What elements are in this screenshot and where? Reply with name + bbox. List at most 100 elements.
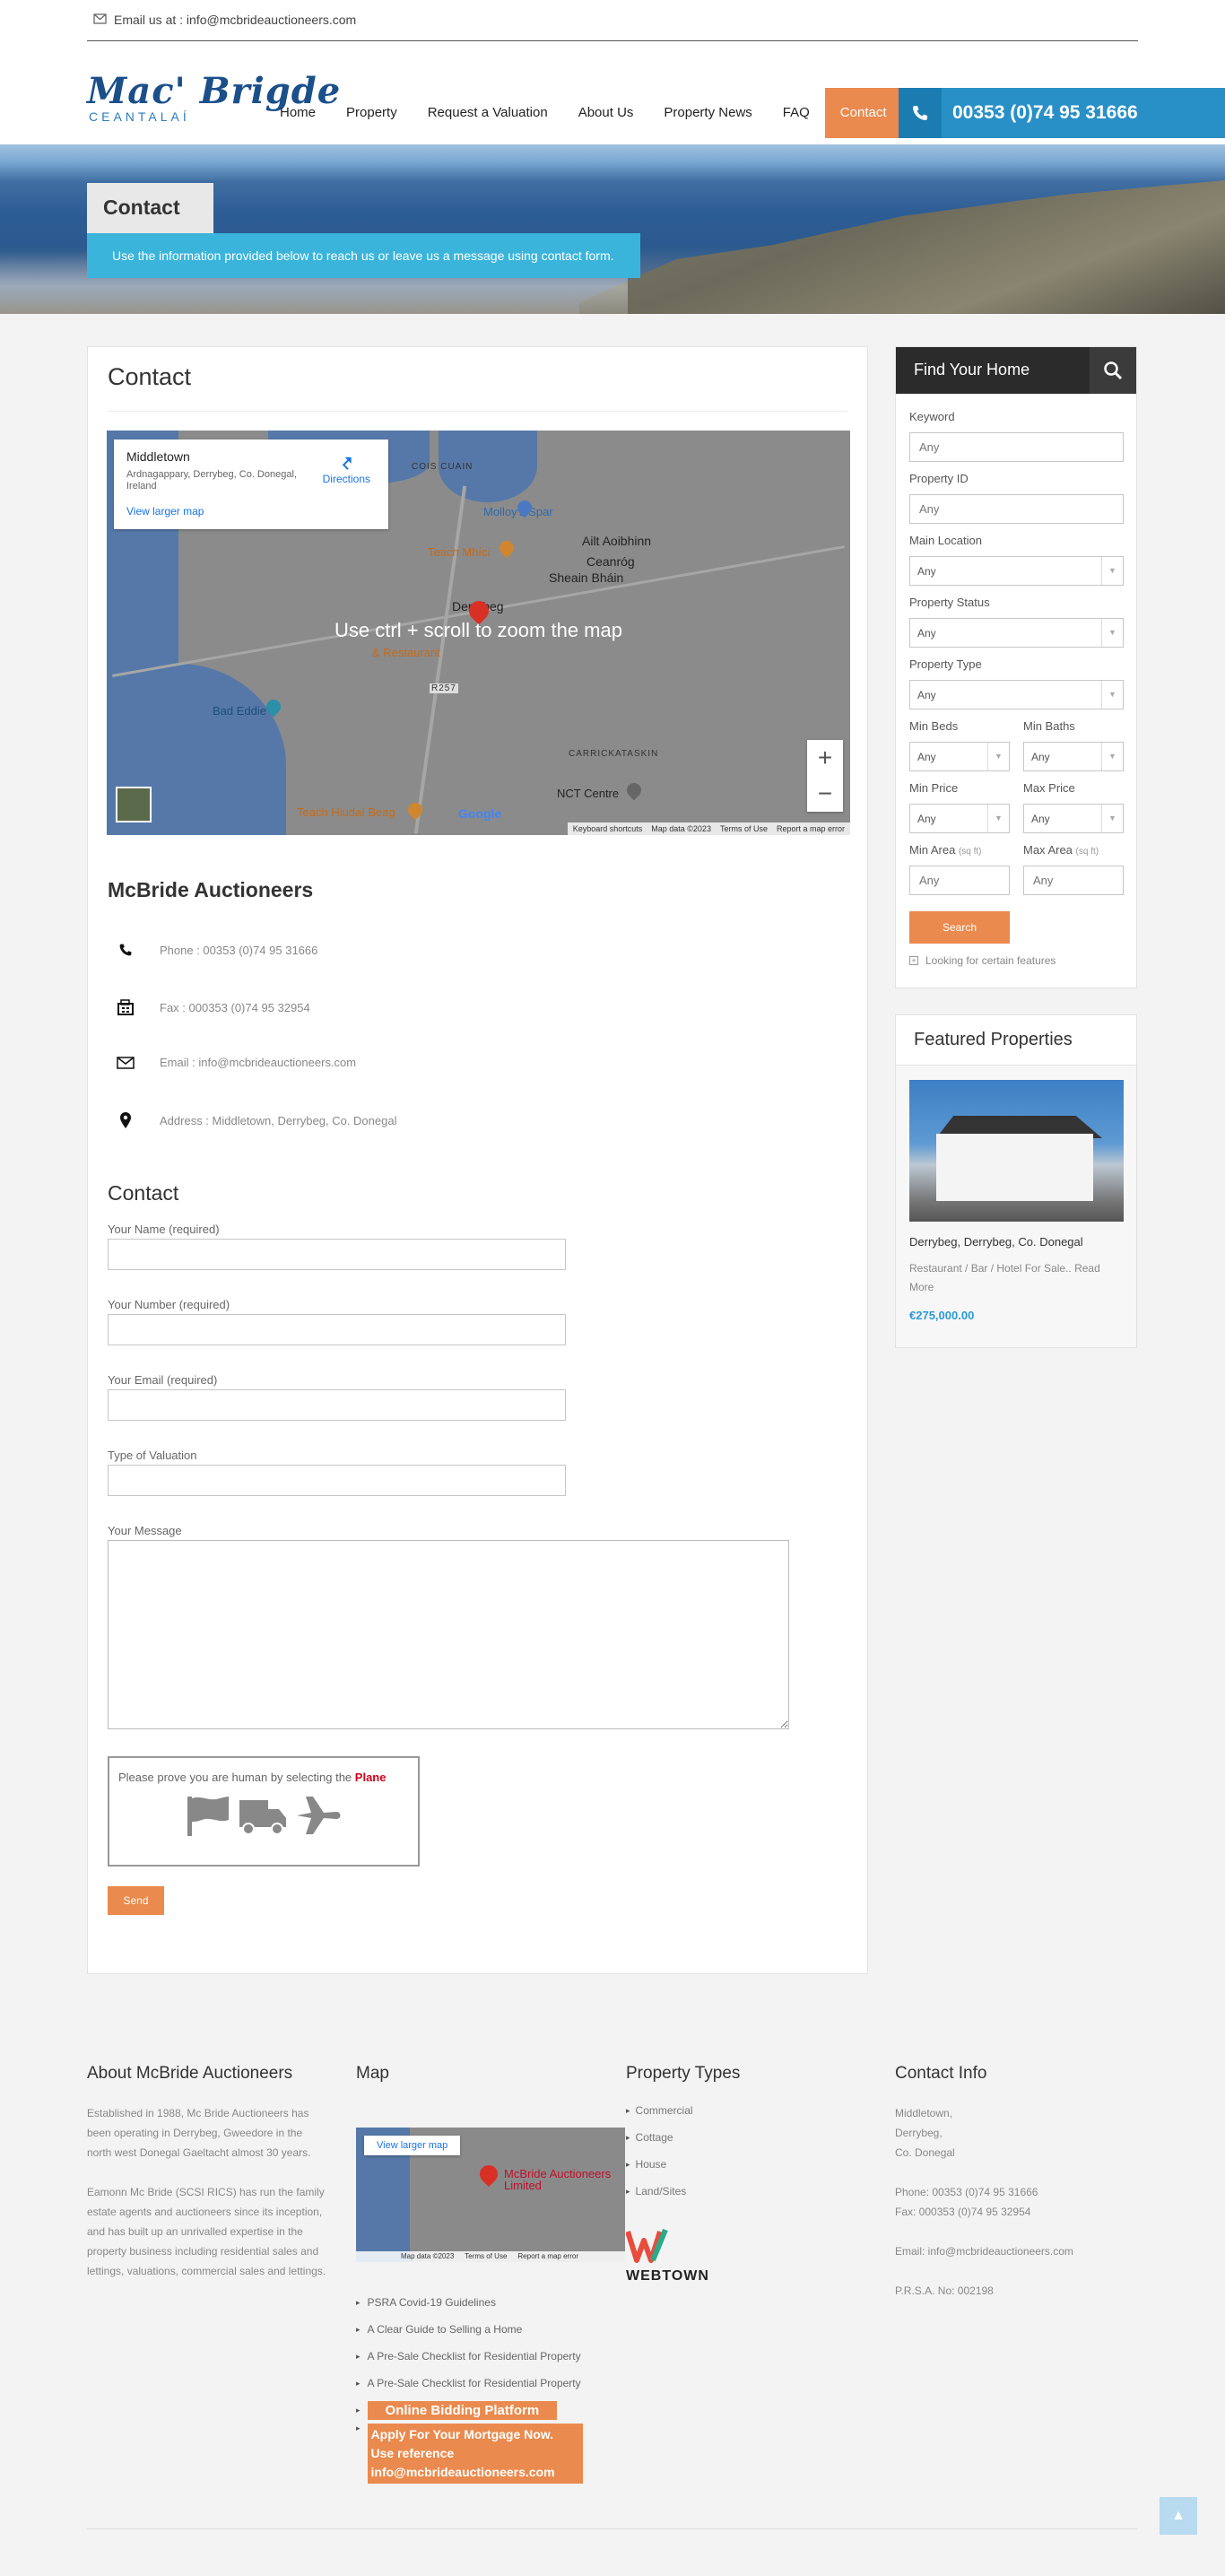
- footer-map[interactable]: View larger map McBride Auctioneers Limi…: [356, 2128, 625, 2262]
- map-terms[interactable]: Terms of Use: [720, 824, 768, 833]
- map-label-ceanog: Ceanróg: [586, 554, 635, 569]
- nav-home[interactable]: Home: [265, 88, 331, 138]
- footer-link-psra[interactable]: PSRA Covid-19 Guidelines: [356, 2289, 583, 2316]
- chevron-down-icon: ▼: [1101, 743, 1123, 770]
- footer-map-view-larger[interactable]: View larger map: [364, 2136, 461, 2155]
- zoom-out-button[interactable]: −: [807, 776, 843, 812]
- min-baths-label: Min Baths: [1023, 719, 1075, 733]
- property-id-input[interactable]: [909, 494, 1124, 524]
- contact-phone-text: Phone : 00353 (0)74 95 31666: [160, 943, 318, 957]
- footer-map-data: Map data ©2023: [401, 2252, 455, 2260]
- chevron-down-icon: ▼: [1101, 805, 1123, 832]
- min-beds-select[interactable]: Any ▼: [909, 742, 1010, 771]
- footer-map-marker-icon[interactable]: [475, 2161, 502, 2188]
- nav-property-news[interactable]: Property News: [648, 88, 767, 138]
- number-input[interactable]: [108, 1314, 566, 1345]
- location-label: Main Location: [909, 534, 982, 547]
- location-value: Any: [917, 565, 936, 578]
- number-label: Your Number (required): [108, 1298, 230, 1311]
- nav-request-valuation[interactable]: Request a Valuation: [413, 88, 563, 138]
- contact-fax-text: Fax : 000353 (0)74 95 32954: [160, 1000, 310, 1014]
- google-map[interactable]: Middletown Ardnagappary, Derrybeg, Co. D…: [107, 431, 850, 835]
- type-value: Any: [917, 689, 936, 701]
- scroll-top-button[interactable]: ▲: [1160, 2497, 1197, 2535]
- flag-icon[interactable]: [184, 1793, 232, 1842]
- footer-link-selling-guide[interactable]: A Clear Guide to Selling a Home: [356, 2316, 583, 2343]
- footer-map-report[interactable]: Report a map error: [517, 2252, 578, 2261]
- house-facade: [936, 1134, 1093, 1201]
- footer-link-mortgage[interactable]: Apply For Your Mortgage Now. Use referen…: [356, 2424, 583, 2484]
- type-label: Property Type: [909, 657, 982, 671]
- page-title: Contact: [87, 183, 213, 233]
- valuation-input[interactable]: [108, 1465, 566, 1496]
- location-select[interactable]: Any ▼: [909, 556, 1124, 586]
- footer-about: About McBride Auctioneers Established in…: [87, 2064, 329, 2281]
- type-land-sites[interactable]: Land/Sites: [626, 2178, 868, 2205]
- footer-phone-fax: Phone: 00353 (0)74 95 31666 Fax: 000353 …: [895, 2182, 1137, 2222]
- footer-map-terms[interactable]: Terms of Use: [465, 2252, 507, 2261]
- zoom-in-button[interactable]: +: [807, 740, 843, 776]
- banner-description: Use the information provided below to re…: [87, 233, 640, 278]
- map-keyboard-shortcuts[interactable]: Keyboard shortcuts: [573, 824, 643, 833]
- map-directions-link[interactable]: Directions: [323, 452, 370, 485]
- topbar-email[interactable]: Email us at : info@mcbrideauctioneers.co…: [93, 13, 356, 27]
- footer: About McBride Auctioneers Established in…: [0, 2045, 1225, 2576]
- company-name: McBride Auctioneers: [108, 878, 314, 901]
- send-button[interactable]: Send: [108, 1886, 164, 1915]
- property-id-label: Property ID: [909, 472, 969, 485]
- name-input[interactable]: [108, 1239, 566, 1270]
- nav-property[interactable]: Property: [331, 88, 413, 138]
- max-price-select[interactable]: Any ▼: [1023, 804, 1124, 833]
- map-label-bad-eddie: Bad Eddie: [213, 704, 266, 718]
- footer-link-online-bidding[interactable]: Online Bidding Platform: [356, 2397, 583, 2424]
- status-select[interactable]: Any ▼: [909, 618, 1124, 648]
- email-input[interactable]: [108, 1389, 566, 1421]
- map-footer: Keyboard shortcuts Map data ©2023 Terms …: [567, 822, 850, 835]
- featured-property-image[interactable]: [909, 1080, 1124, 1222]
- map-poi-food-icon[interactable]: [496, 537, 517, 559]
- webtown-logo[interactable]: WEBTOWN: [625, 2228, 868, 2284]
- footer-link-checklist-1[interactable]: A Pre-Sale Checklist for Residential Pro…: [356, 2343, 583, 2370]
- main-nav: Home Property Request a Valuation About …: [265, 88, 902, 138]
- footer-types-title: Property Types: [626, 2064, 741, 2083]
- keyword-input[interactable]: [909, 432, 1124, 462]
- type-cottage[interactable]: Cottage: [626, 2124, 868, 2151]
- header-phone[interactable]: 00353 (0)74 95 31666: [899, 88, 1225, 138]
- footer-email[interactable]: Email: info@mcbrideauctioneers.com: [895, 2241, 1137, 2261]
- map-label-ailt: Ailt Aoibhinn: [582, 534, 652, 548]
- nav-contact[interactable]: Contact: [824, 88, 902, 138]
- min-baths-select[interactable]: Any ▼: [1023, 742, 1124, 771]
- message-textarea[interactable]: [108, 1540, 789, 1729]
- contact-address: Address : Middletown, Derrybeg, Co. Done…: [108, 1112, 396, 1128]
- contact-fax: Fax : 000353 (0)74 95 32954: [108, 999, 310, 1015]
- search-button[interactable]: Search: [909, 911, 1010, 944]
- featured-property-price: €275,000.00: [909, 1309, 975, 1322]
- plane-icon[interactable]: [293, 1793, 343, 1842]
- max-area-input[interactable]: [1023, 866, 1124, 895]
- nav-faq[interactable]: FAQ: [768, 88, 825, 138]
- featured-property-desc[interactable]: Restaurant / Bar / Hotel For Sale.. Read…: [909, 1259, 1125, 1297]
- map-poi-nct-icon[interactable]: [623, 779, 645, 801]
- map-report-error[interactable]: Report a map error: [777, 824, 845, 833]
- google-logo: Google: [458, 806, 502, 821]
- features-toggle[interactable]: + Looking for certain features: [909, 954, 1056, 967]
- min-area-input[interactable]: [909, 866, 1010, 895]
- webtown-label: WEBTOWN: [626, 2268, 709, 2284]
- min-price-select[interactable]: Any ▼: [909, 804, 1010, 833]
- truck-icon[interactable]: [238, 1793, 288, 1842]
- header-phone-number: 00353 (0)74 95 31666: [952, 102, 1138, 123]
- map-poi-teach-hiudai-icon[interactable]: [404, 799, 426, 821]
- footer-contact: Contact Info Middletown, Derrybeg, Co. D…: [895, 2064, 1137, 2301]
- type-select[interactable]: Any ▼: [909, 680, 1124, 709]
- type-house[interactable]: House: [626, 2151, 868, 2178]
- map-label-nct: NCT Centre: [557, 787, 620, 800]
- search-icon[interactable]: [1090, 347, 1136, 394]
- map-type-toggle[interactable]: [116, 787, 152, 822]
- type-commercial[interactable]: Commercial: [626, 2097, 868, 2124]
- map-view-larger-link[interactable]: View larger map: [126, 505, 376, 518]
- nav-about-us[interactable]: About Us: [563, 88, 649, 138]
- footer-link-checklist-2[interactable]: A Pre-Sale Checklist for Residential Pro…: [356, 2370, 583, 2397]
- status-value: Any: [917, 627, 936, 640]
- featured-property-title[interactable]: Derrybeg, Derrybeg, Co. Donegal: [909, 1235, 1083, 1249]
- envelope-icon: [108, 1056, 143, 1069]
